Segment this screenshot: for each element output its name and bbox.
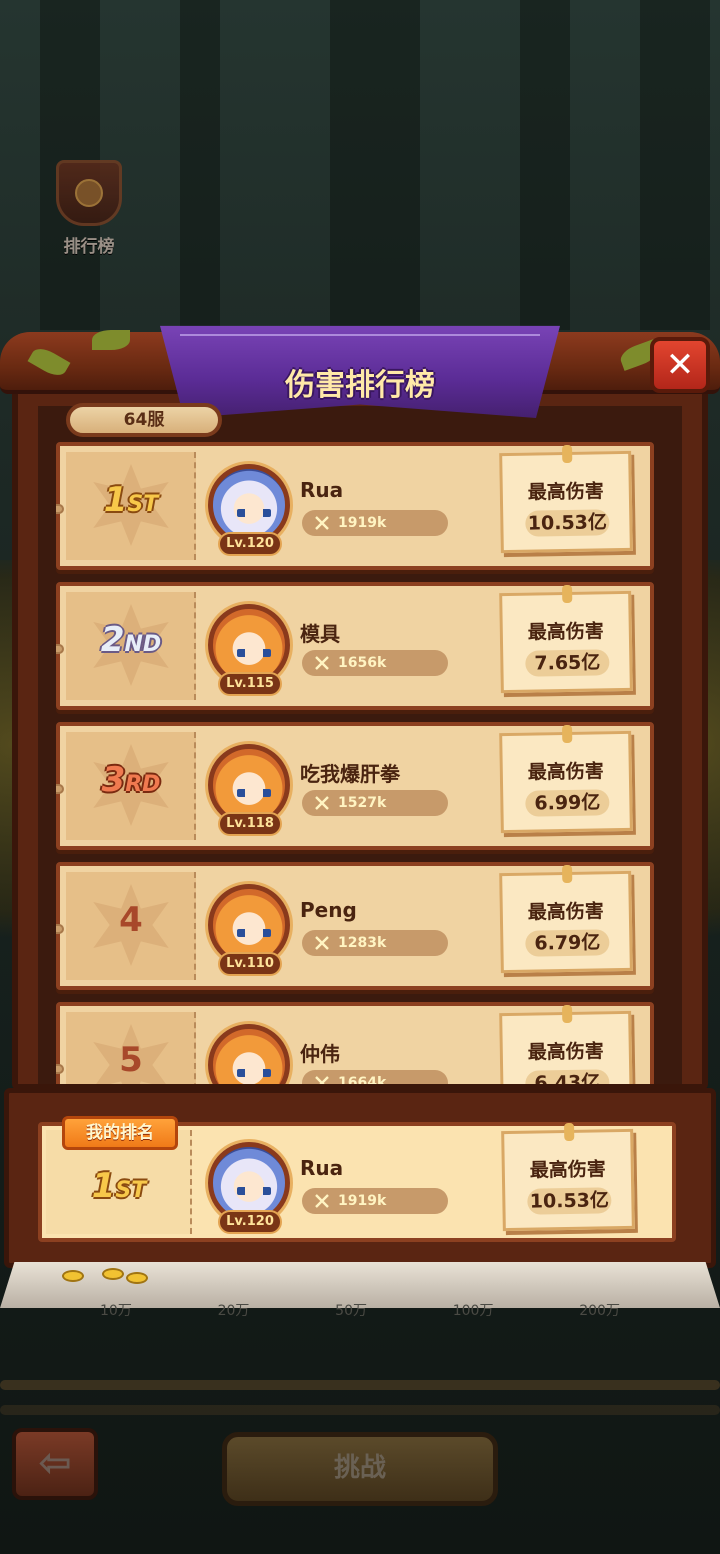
damage-label: 最高伤害 bbox=[527, 620, 605, 644]
my-damage-card: 最高伤害 10.53亿 bbox=[501, 1122, 635, 1232]
level-badge: Lv.118 bbox=[218, 812, 282, 836]
crossed-swords-icon bbox=[315, 1076, 329, 1084]
leaf-decoration bbox=[92, 330, 130, 350]
crossed-swords-icon bbox=[315, 796, 329, 810]
rank-number: 3RD bbox=[101, 760, 161, 800]
rope-decoration bbox=[0, 1405, 720, 1415]
damage-label: 最高伤害 bbox=[529, 1158, 607, 1182]
level-badge: Lv.115 bbox=[218, 672, 282, 696]
damage-card: 最高伤害 6.99亿 bbox=[499, 724, 633, 834]
rank-number: 4 bbox=[119, 900, 143, 940]
reward-scale: 10万 20万 50万 100万 200万 bbox=[100, 1303, 620, 1319]
damage-value: 6.99亿 bbox=[525, 789, 610, 817]
my-damage-value: 10.53亿 bbox=[527, 1187, 612, 1215]
coin-icon bbox=[126, 1272, 148, 1284]
challenge-button[interactable]: 挑战 bbox=[222, 1432, 498, 1506]
page-title: 伤害排行榜 bbox=[285, 368, 435, 403]
ranking-side-label: 排行榜 bbox=[63, 237, 115, 257]
leaderboard-row[interactable]: 3RD Lv.118 吃我爆肝拳 1527k 最高伤害 6.99亿 bbox=[56, 722, 654, 850]
power-value: 1664k bbox=[302, 1070, 448, 1084]
my-power-value: 1919k bbox=[302, 1188, 448, 1214]
leaderboard-row[interactable]: 1ST Lv.120 Rua 1919k 最高伤害 10.53亿 bbox=[56, 442, 654, 570]
damage-card: 最高伤害 6.79亿 bbox=[499, 864, 633, 974]
coin-icon bbox=[102, 1268, 124, 1280]
power-value: 1656k bbox=[302, 650, 448, 676]
my-level-badge: Lv.120 bbox=[218, 1210, 282, 1234]
close-button[interactable]: ✕ bbox=[650, 337, 710, 393]
rope-decoration bbox=[0, 1380, 720, 1390]
player-avatar[interactable] bbox=[208, 1024, 290, 1084]
leaderboard-row[interactable]: 2ND Lv.115 模具 1656k 最高伤害 7.65亿 bbox=[56, 582, 654, 710]
damage-value: 6.79亿 bbox=[525, 929, 610, 957]
damage-card: 最高伤害 10.53亿 bbox=[499, 444, 633, 554]
power-value: 1283k bbox=[302, 930, 448, 956]
server-tag[interactable]: 64服 bbox=[66, 403, 222, 437]
damage-label: 最高伤害 bbox=[527, 1040, 605, 1064]
player-name: Rua bbox=[300, 478, 344, 502]
power-value: 1527k bbox=[302, 790, 448, 816]
player-name: 仲伟 bbox=[300, 1042, 340, 1066]
crossed-swords-icon bbox=[315, 516, 329, 530]
leaderboard-list[interactable]: 1ST Lv.120 Rua 1919k 最高伤害 10.53亿 2ND Lv.… bbox=[56, 442, 654, 1084]
rank-number: 5 bbox=[119, 1040, 143, 1080]
player-name: 吃我爆肝拳 bbox=[300, 762, 400, 786]
damage-label: 最高伤害 bbox=[527, 480, 605, 504]
damage-value: 7.65亿 bbox=[525, 649, 610, 677]
damage-card: 最高伤害 6.43亿 bbox=[499, 1004, 633, 1084]
crossed-swords-icon bbox=[315, 656, 329, 670]
close-icon: ✕ bbox=[665, 345, 695, 385]
leaderboard-row[interactable]: 4 Lv.110 Peng 1283k 最高伤害 6.79亿 bbox=[56, 862, 654, 990]
my-rank-number: 1ST bbox=[91, 1166, 147, 1206]
damage-card: 最高伤害 7.65亿 bbox=[499, 584, 633, 694]
coin-icon bbox=[62, 1270, 84, 1282]
crossed-swords-icon bbox=[315, 1194, 329, 1208]
leaderboard-row[interactable]: 5 仲伟 1664k 最高伤害 6.43亿 bbox=[56, 1002, 654, 1084]
crossed-swords-icon bbox=[315, 936, 329, 950]
damage-value: 10.53亿 bbox=[525, 509, 610, 537]
ranking-side-button[interactable]: 排行榜 bbox=[46, 160, 132, 257]
damage-value: 6.43亿 bbox=[525, 1069, 610, 1084]
back-arrow-icon: ⇦ bbox=[38, 1440, 72, 1486]
back-button[interactable]: ⇦ bbox=[12, 1428, 98, 1500]
player-name: 模具 bbox=[300, 622, 340, 646]
my-rank-tag: 我的排名 bbox=[62, 1116, 178, 1150]
damage-label: 最高伤害 bbox=[527, 760, 605, 784]
my-player-name: Rua bbox=[300, 1156, 344, 1180]
power-value: 1919k bbox=[302, 510, 448, 536]
level-badge: Lv.120 bbox=[218, 532, 282, 556]
rank-number: 1ST bbox=[103, 480, 159, 520]
level-badge: Lv.110 bbox=[218, 952, 282, 976]
player-name: Peng bbox=[300, 898, 357, 922]
ranking-banner-icon bbox=[56, 160, 122, 226]
rank-number: 2ND bbox=[100, 620, 162, 660]
damage-label: 最高伤害 bbox=[527, 900, 605, 924]
